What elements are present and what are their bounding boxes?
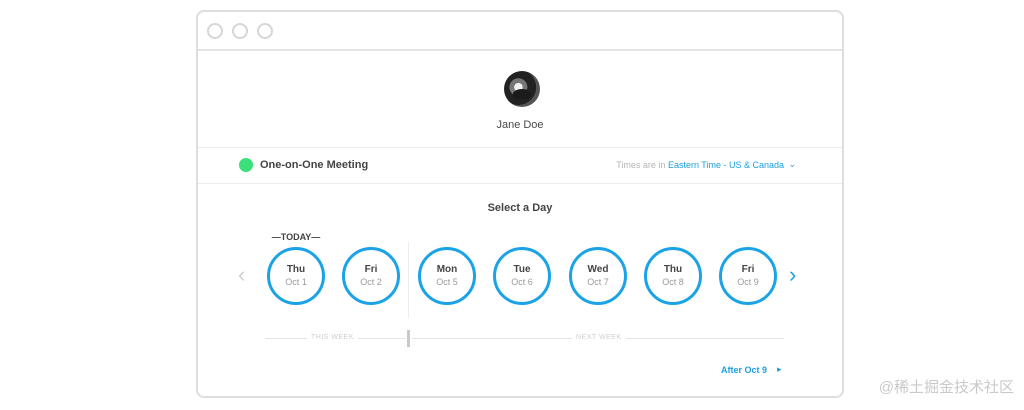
next-week-label: NEXT WEEK [572,334,626,341]
day-name: Tue [513,264,531,275]
week-marker [407,330,410,347]
day-date: Oct 2 [360,277,382,287]
day-button[interactable]: Thu Oct 8 [644,247,702,305]
chevron-down-icon[interactable]: ⌄ [788,159,796,170]
day-name: Fri [741,264,755,275]
day-button[interactable]: Wed Oct 7 [569,247,627,305]
day-button[interactable]: Mon Oct 5 [418,247,476,305]
browser-window: Jane Doe One-on-One Meeting Times are in… [196,10,844,398]
profile-header: Jane Doe [198,51,842,148]
today-label: —TODAY— [271,232,321,242]
window-close-button[interactable] [207,23,223,39]
day-name: Wed [587,264,609,275]
day-name: Mon [436,264,458,275]
caret-right-icon[interactable]: ▸ [777,364,782,375]
day-date: Oct 6 [511,277,533,287]
day-date: Oct 7 [587,277,609,287]
event-bar: One-on-One Meeting Times are in Eastern … [198,148,842,184]
day-button[interactable]: Thu Oct 1 [267,247,325,305]
day-name: Thu [663,264,683,275]
day-button[interactable]: Fri Oct 9 [719,247,777,305]
event-title: One-on-One Meeting [260,159,369,171]
window-maximize-button[interactable] [257,23,273,39]
timezone-selector[interactable]: Eastern Time - US & Canada [668,160,784,170]
day-date: Oct 9 [737,277,759,287]
day-date: Oct 8 [662,277,684,287]
this-week-label: THIS WEEK [307,334,359,341]
day-name: Thu [286,264,306,275]
window-titlebar [198,12,842,51]
day-button[interactable]: Fri Oct 2 [342,247,400,305]
avatar [504,71,540,107]
profile-name: Jane Doe [496,119,544,131]
day-date: Oct 5 [436,277,458,287]
chevron-right-icon[interactable]: › [789,264,796,286]
day-date: Oct 1 [285,277,307,287]
timezone-prefix: Times are in [616,160,666,170]
timezone-info: Times are in Eastern Time - US & Canada [616,160,784,170]
day-button[interactable]: Tue Oct 6 [493,247,551,305]
week-divider [408,242,409,318]
select-day-title: Select a Day [487,202,553,214]
event-color-dot [239,158,253,172]
chevron-left-icon[interactable]: ‹ [238,264,245,286]
day-name: Fri [364,264,378,275]
watermark: @稀土掘金技术社区 [878,379,1014,396]
window-minimize-button[interactable] [232,23,248,39]
after-date-link[interactable]: After Oct 9 [721,365,767,375]
